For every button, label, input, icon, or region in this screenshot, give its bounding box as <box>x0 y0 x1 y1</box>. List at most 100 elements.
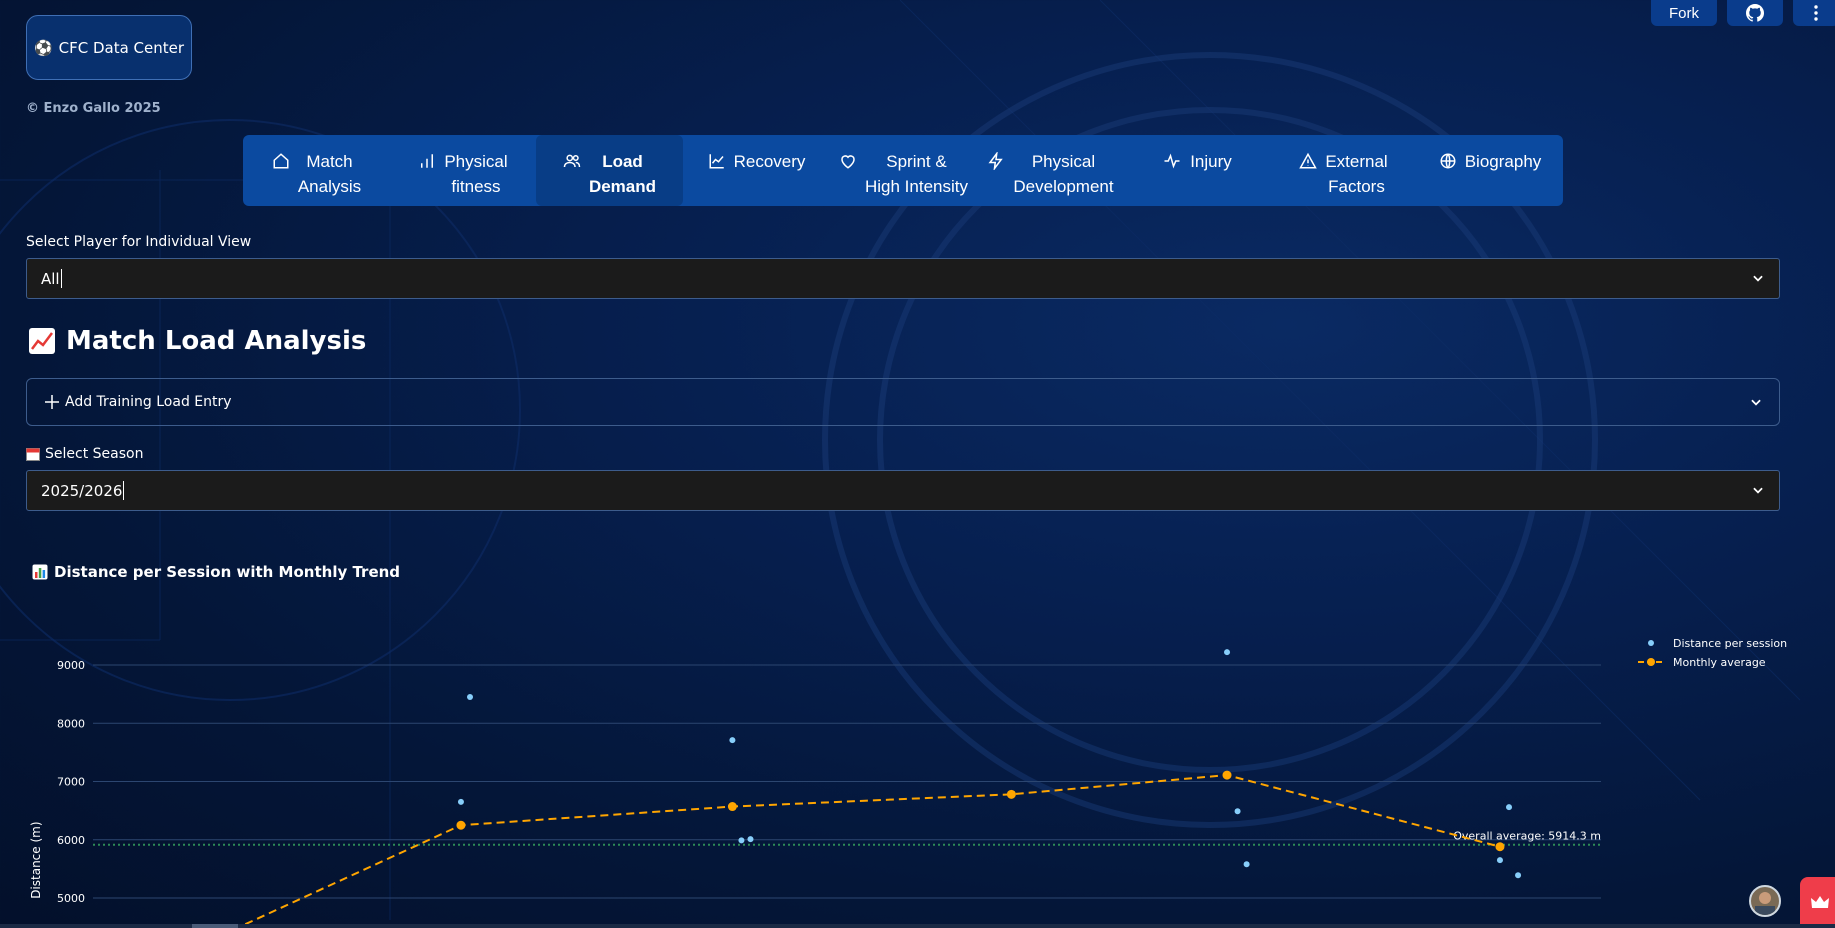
session-point <box>1224 649 1231 656</box>
session-point <box>1496 857 1503 864</box>
scrollbar-thumb[interactable] <box>192 924 238 928</box>
soccer-ball-icon: ⚽ <box>33 38 53 57</box>
tab-physical-fitness[interactable]: Physical fitness <box>390 135 536 206</box>
y-tick-label: 8000 <box>57 717 85 730</box>
season-select-label-text: Select Season <box>45 446 144 462</box>
session-point <box>747 836 754 843</box>
add-training-load-expander[interactable]: Add Training Load Entry <box>26 378 1780 426</box>
session-point <box>1234 808 1241 815</box>
tab-label-line1: Biography <box>1464 152 1542 171</box>
user-photo-icon <box>1755 892 1775 915</box>
distance-chart: 50006000700080009000Distance (m) Overall … <box>29 637 1787 924</box>
tab-label-line2: Development <box>1013 177 1114 196</box>
streamlit-badge[interactable] <box>1800 877 1835 928</box>
horizontal-scrollbar[interactable] <box>0 924 1835 928</box>
tab-label-line1: Match <box>306 152 353 171</box>
more-menu-button[interactable] <box>1793 0 1835 26</box>
tab-sprint-high-intensity[interactable]: Sprint & High Intensity <box>830 135 977 206</box>
tab-label-line1: Sprint & <box>886 152 947 171</box>
session-point <box>729 737 736 744</box>
tab-injury[interactable]: Injury <box>1124 135 1270 206</box>
copyright-text: © Enzo Gallo 2025 <box>26 101 161 116</box>
tab-label-line2: Analysis <box>297 177 362 196</box>
legend-trend-marker <box>1647 658 1655 666</box>
tab-label-line1: Recovery <box>733 152 806 171</box>
calendar-icon <box>26 448 40 461</box>
more-vertical-icon <box>1814 5 1818 21</box>
season-select[interactable]: 2025/2026 <box>26 470 1780 511</box>
legend-label-monthly: Monthly average <box>1673 656 1766 669</box>
y-axis-label: Distance (m) <box>29 821 43 898</box>
tab-recovery[interactable]: Recovery <box>683 135 830 206</box>
legend-scatter-marker <box>1648 640 1654 646</box>
monthly-average-point <box>456 820 466 830</box>
tab-biography[interactable]: Biography <box>1417 135 1563 206</box>
tab-label-line1: Injury <box>1190 152 1232 171</box>
player-select[interactable]: All <box>26 258 1780 299</box>
chevron-down-icon <box>1753 487 1763 494</box>
lightning-icon <box>988 152 1004 170</box>
monthly-average-point <box>1006 789 1016 799</box>
y-tick-label: 9000 <box>57 659 85 672</box>
monthly-average-point <box>1222 770 1232 780</box>
main-tab-bar: Match Analysis Physical fitness Load Demand… <box>243 135 1563 206</box>
y-tick-label: 6000 <box>57 834 85 847</box>
text-cursor <box>60 269 62 288</box>
tab-label-line1: Physical <box>1031 152 1096 171</box>
monthly-average-line <box>244 774 1501 924</box>
tab-external-factors[interactable]: External Factors <box>1270 135 1417 206</box>
session-point <box>457 798 464 805</box>
pulse-icon <box>1164 153 1180 169</box>
chart-title-text: Distance per Session with Monthly Trend <box>54 563 401 581</box>
tab-label-line1: Load <box>602 152 643 171</box>
fork-button[interactable]: Fork <box>1651 0 1717 26</box>
text-cursor <box>123 481 125 500</box>
github-icon <box>1746 4 1764 22</box>
bar-chart-icon <box>421 154 434 168</box>
chart-title: Distance per Session with Monthly Trend <box>32 563 400 581</box>
session-point <box>1506 804 1513 811</box>
session-point <box>738 837 745 844</box>
users-icon <box>563 154 581 168</box>
session-point <box>1515 872 1522 879</box>
chart-increasing-icon <box>29 328 55 354</box>
y-tick-label: 5000 <box>57 892 85 905</box>
legend-label-distance: Distance per session <box>1673 637 1787 650</box>
monthly-average-point <box>727 802 737 812</box>
chevron-down-icon <box>1753 275 1763 282</box>
session-point <box>467 694 473 701</box>
tab-label-line2: Demand <box>588 177 657 196</box>
home-icon <box>273 153 289 169</box>
tab-label-line1: External <box>1325 152 1388 171</box>
crown-icon <box>1811 896 1829 908</box>
chevron-down-icon <box>1751 399 1761 406</box>
heart-icon <box>841 155 855 169</box>
tab-label-line1: Physical <box>444 152 508 171</box>
github-button[interactable] <box>1727 0 1783 26</box>
player-select-label: Select Player for Individual View <box>26 234 252 250</box>
page-title-text: Match Load Analysis <box>66 326 367 356</box>
season-select-value: 2025/2026 <box>41 481 123 500</box>
session-point <box>1243 861 1250 868</box>
tab-load-demand[interactable]: Load Demand <box>536 135 683 206</box>
plus-icon <box>45 395 59 409</box>
globe-icon <box>1440 153 1456 169</box>
fork-label: Fork <box>1669 4 1699 22</box>
season-select-label: Select Season <box>26 446 143 462</box>
page-title: Match Load Analysis <box>28 326 366 356</box>
tab-physical-development[interactable]: Physical Development <box>977 135 1124 206</box>
top-right-toolbar: Fork <box>1651 0 1835 26</box>
monthly-average-point <box>1495 842 1505 852</box>
app-badge[interactable]: ⚽ CFC Data Center <box>26 15 192 80</box>
expander-label: Add Training Load Entry <box>65 394 232 410</box>
line-chart-icon <box>709 154 724 169</box>
tab-match-analysis[interactable]: Match Analysis <box>243 135 390 206</box>
warning-icon <box>1299 152 1318 169</box>
tab-label-line2: High Intensity <box>865 177 968 196</box>
player-select-value: All <box>41 269 60 288</box>
tab-label-line2: fitness <box>451 177 501 196</box>
avatar[interactable] <box>1749 885 1781 917</box>
bar-chart-emoji-icon <box>32 564 48 580</box>
tab-label-line2: Factors <box>1328 177 1385 196</box>
app-badge-label: CFC Data Center <box>58 38 185 57</box>
